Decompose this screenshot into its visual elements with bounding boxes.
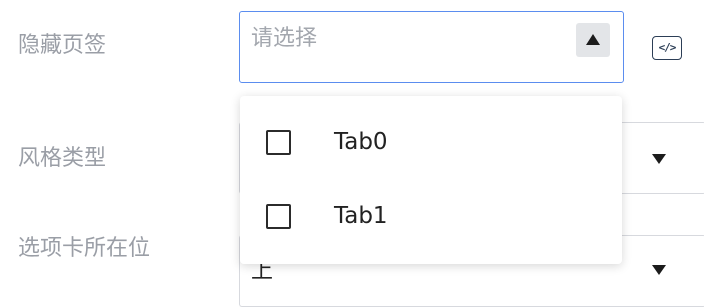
select-toggle-button[interactable]: [576, 23, 610, 57]
tab-position-label: 选项卡所在位: [18, 236, 151, 261]
caret-up-icon: [586, 34, 600, 45]
hidden-tabs-placeholder: 请选择: [251, 26, 318, 51]
checkbox-icon[interactable]: [264, 202, 293, 231]
hidden-tabs-dropdown: Tab0 Tab1: [240, 96, 622, 264]
caret-down-icon: [652, 154, 666, 164]
option-label: Tab1: [334, 203, 388, 229]
caret-down-icon: [652, 265, 666, 275]
checkbox-icon[interactable]: [264, 128, 293, 157]
style-type-label: 风格类型: [18, 146, 107, 171]
option-label: Tab0: [334, 129, 388, 155]
dropdown-option-tab1[interactable]: Tab1: [240, 187, 622, 247]
hidden-tabs-select[interactable]: 请选择: [239, 11, 624, 83]
code-icon[interactable]: </>: [652, 36, 682, 60]
dropdown-option-tab0[interactable]: Tab0: [240, 113, 622, 173]
hidden-tabs-label: 隐藏页签: [18, 33, 107, 58]
